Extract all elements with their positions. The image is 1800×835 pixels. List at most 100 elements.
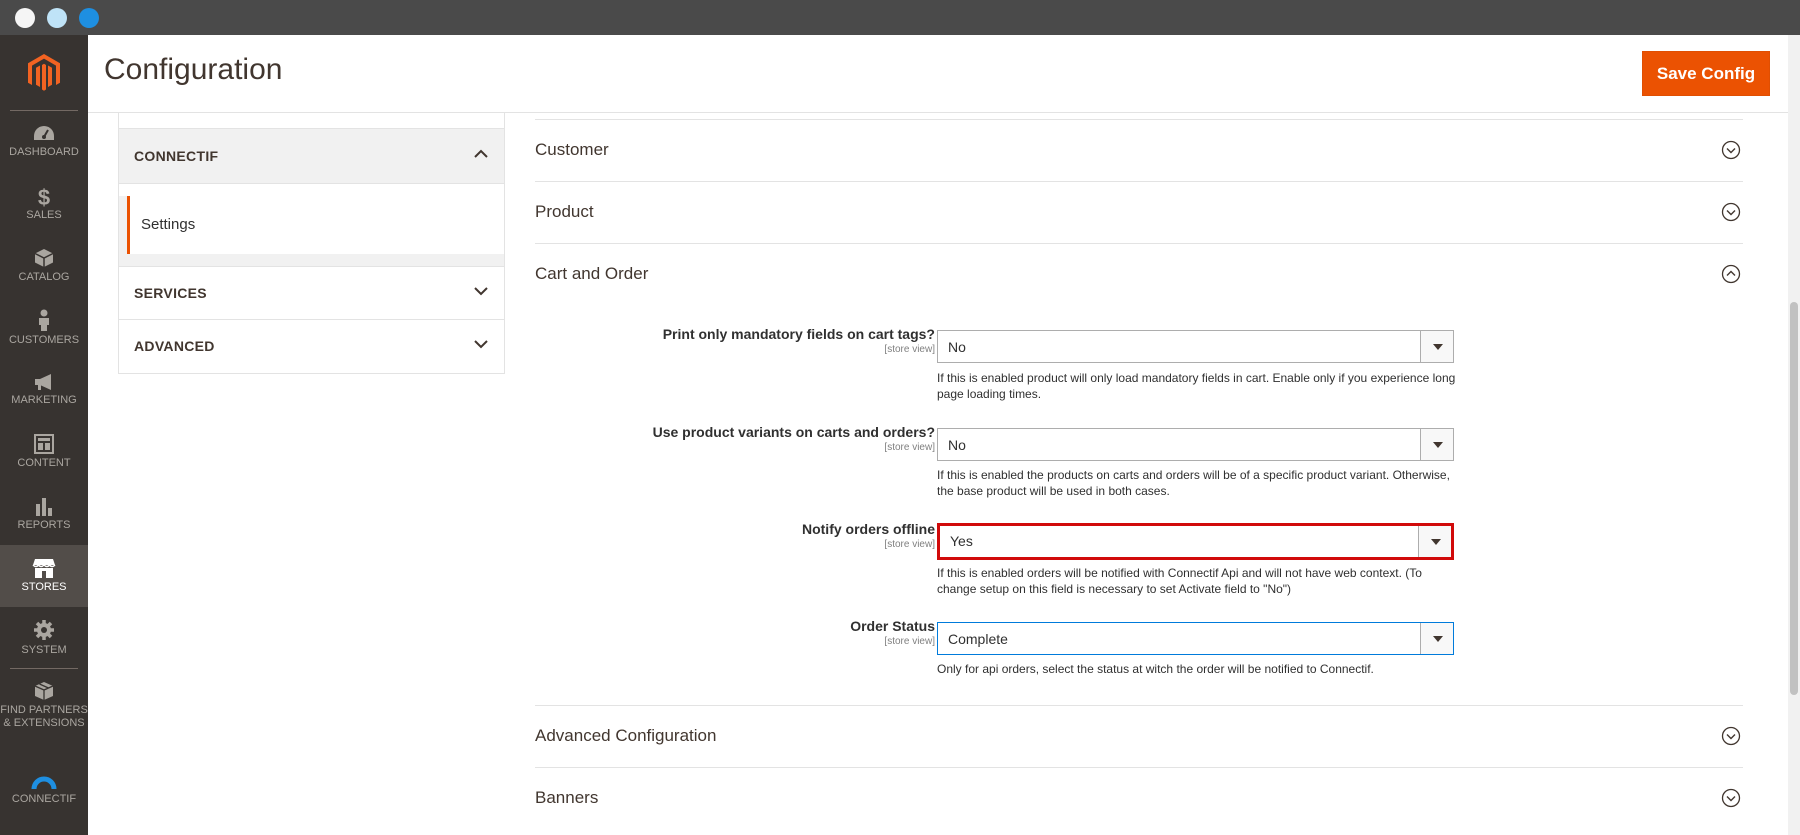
- nav-label-system: SYSTEM: [21, 644, 67, 656]
- config-tabs: CONNECTIF Settings SERVICES ADVANCED: [118, 113, 505, 374]
- nav-label-dashboard: DASHBOARD: [9, 146, 79, 158]
- nav-item-sales[interactable]: $ SALES: [0, 173, 88, 235]
- nav-label-customers: CUSTOMERS: [8, 334, 80, 346]
- dollar-icon: $: [37, 184, 51, 210]
- tab-group-title: SERVICES: [134, 285, 207, 301]
- page-title: Configuration: [104, 53, 283, 86]
- field-label: Print only mandatory fields on cart tags…: [662, 326, 935, 342]
- gear-icon: [34, 620, 54, 640]
- nav-item-catalog[interactable]: CATALOG: [0, 235, 88, 297]
- collapse-icon[interactable]: [1721, 264, 1741, 284]
- megaphone-icon: [35, 374, 51, 390]
- blocks-icon: [34, 681, 54, 700]
- bar-chart-icon: [36, 498, 52, 516]
- expand-icon[interactable]: [1721, 202, 1741, 222]
- field-note: If this is enabled orders will be notifi…: [937, 566, 1422, 596]
- select-arrow-icon: [1420, 331, 1453, 362]
- select-value: No: [948, 437, 966, 453]
- field-label: Use product variants on carts and orders…: [652, 424, 935, 440]
- layout-icon: [34, 434, 54, 454]
- section-title: Banners: [535, 788, 599, 807]
- select-arrow-icon: [1420, 429, 1453, 460]
- select-value: Complete: [948, 631, 1008, 647]
- store-icon: [32, 559, 56, 578]
- nav-item-dashboard[interactable]: DASHBOARD: [0, 111, 88, 173]
- nav-label-find-partners: FIND PARTNERS & EXTENSIONS: [0, 703, 88, 729]
- config-main: Customer Product Cart and Order Print on…: [535, 113, 1743, 835]
- nav-label-connectif: CONNECTIF: [11, 793, 77, 805]
- field-scope: [store view]: [884, 636, 935, 647]
- nav-item-marketing[interactable]: MARKETING: [0, 359, 88, 421]
- expand-icon[interactable]: [1721, 140, 1741, 160]
- dashboard-icon: [34, 126, 54, 140]
- section-customer[interactable]: Customer: [535, 119, 1743, 181]
- field-scope: [store view]: [884, 344, 935, 355]
- chevron-down-icon: [474, 287, 488, 296]
- save-config-button[interactable]: Save Config: [1642, 51, 1770, 96]
- notify-orders-offline-select[interactable]: Yes: [937, 523, 1454, 560]
- field-scope: [store view]: [884, 442, 935, 453]
- nav-label-marketing: MARKETING: [11, 394, 77, 406]
- select-value: Yes: [950, 533, 973, 549]
- person-icon: [39, 309, 49, 331]
- section-product[interactable]: Product: [535, 181, 1743, 243]
- tab-items-container: Settings: [119, 196, 504, 266]
- nav-item-find-partners[interactable]: FIND PARTNERS & EXTENSIONS: [0, 669, 88, 741]
- chevron-up-icon: [474, 149, 488, 158]
- field-label: Order Status: [850, 618, 935, 634]
- tab-item-settings[interactable]: Settings: [127, 196, 504, 254]
- nav-label-catalog: CATALOG: [18, 271, 70, 283]
- nav-label-reports: REPORTS: [17, 519, 71, 531]
- section-banners[interactable]: Banners: [535, 767, 1743, 829]
- admin-sidebar: DASHBOARD $ SALES CATALOG CUSTOMERS MARK…: [0, 35, 88, 835]
- select-value: No: [948, 339, 966, 355]
- section-title: Customer: [535, 140, 609, 159]
- tab-group-services[interactable]: SERVICES: [119, 266, 504, 320]
- box-icon: [34, 249, 54, 267]
- tab-group-connectif[interactable]: CONNECTIF: [119, 128, 504, 184]
- tab-group-title: ADVANCED: [134, 338, 215, 354]
- tab-group-advanced[interactable]: ADVANCED: [119, 320, 504, 374]
- product-variants-select[interactable]: No: [937, 428, 1454, 461]
- tabs-top-spacer: [119, 113, 504, 128]
- window-minimize-button[interactable]: [47, 8, 67, 28]
- tab-group-title: CONNECTIF: [134, 148, 219, 164]
- section-title: Product: [535, 202, 594, 221]
- nav-label-sales: SALES: [26, 208, 62, 221]
- chevron-down-icon: [474, 340, 488, 349]
- field-note: If this is enabled the products on carts…: [937, 468, 1450, 498]
- select-arrow-icon: [1420, 623, 1453, 654]
- nav-item-content[interactable]: CONTENT: [0, 421, 88, 483]
- window-titlebar: [0, 0, 1800, 35]
- section-advanced-configuration[interactable]: Advanced Configuration: [535, 705, 1743, 767]
- nav-label-content: CONTENT: [17, 457, 71, 469]
- scrollbar-thumb[interactable]: [1790, 302, 1798, 695]
- page-scrollbar[interactable]: [1788, 35, 1800, 835]
- nav-item-connectif[interactable]: CONNECTIF: [0, 759, 88, 821]
- magento-logo-icon: [28, 54, 60, 91]
- section-title[interactable]: Cart and Order: [535, 264, 648, 284]
- field-scope: [store view]: [884, 539, 935, 550]
- expand-icon[interactable]: [1721, 726, 1741, 746]
- field-label: Notify orders offline: [801, 521, 935, 537]
- magento-logo[interactable]: [0, 35, 88, 111]
- nav-item-customers[interactable]: CUSTOMERS: [0, 297, 88, 359]
- window-close-button[interactable]: [15, 8, 35, 28]
- print-mandatory-select[interactable]: No: [937, 330, 1454, 363]
- field-note: If this is enabled product will only loa…: [937, 371, 1456, 401]
- nav-item-system[interactable]: SYSTEM: [0, 607, 88, 669]
- section-cart-and-order: Cart and Order Print only mandatory fiel…: [535, 243, 1743, 703]
- page-content: CONNECTIF Settings SERVICES ADVANCED Cus…: [88, 113, 1788, 835]
- nav-label-stores: STORES: [21, 581, 67, 593]
- expand-icon[interactable]: [1721, 788, 1741, 808]
- order-status-select[interactable]: Complete: [937, 622, 1454, 655]
- tab-item-label: Settings: [141, 216, 196, 233]
- section-title: Advanced Configuration: [535, 726, 717, 745]
- window-maximize-button[interactable]: [79, 8, 99, 28]
- field-note: Only for api orders, select the status a…: [937, 662, 1374, 676]
- nav-item-stores[interactable]: STORES: [0, 545, 88, 607]
- page-header: Configuration Save Config: [88, 35, 1788, 113]
- select-arrow-icon: [1418, 526, 1451, 557]
- nav-item-reports[interactable]: REPORTS: [0, 483, 88, 545]
- tab-gap: [119, 254, 504, 266]
